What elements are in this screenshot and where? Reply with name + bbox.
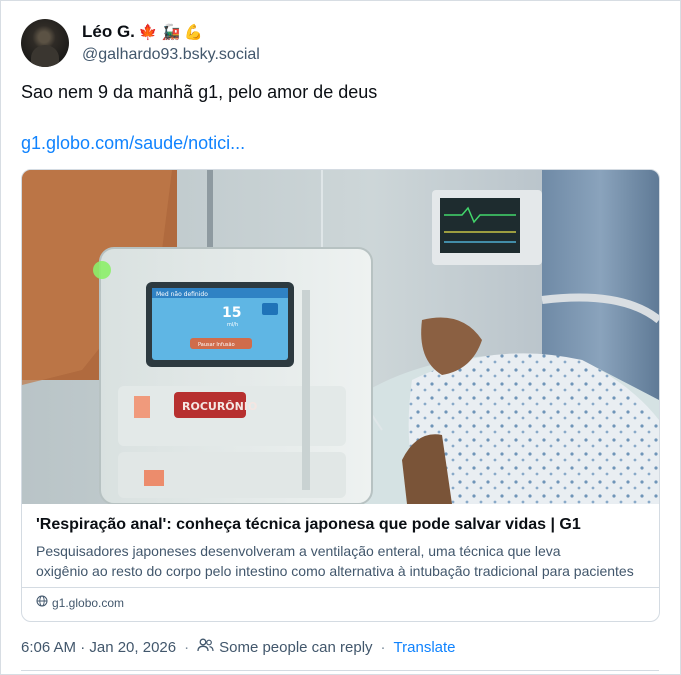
card-domain-row: g1.globo.com xyxy=(36,595,124,610)
link-preview-card[interactable]: Med não definido 15 ml/h Pausar Infusão … xyxy=(21,169,660,622)
monitor-value-text: 15 xyxy=(222,305,241,321)
card-thumbnail-image[interactable]: Med não definido 15 ml/h Pausar Infusão … xyxy=(22,170,659,504)
reply-setting-label: Some people can reply xyxy=(219,638,373,656)
author-handle[interactable]: @galhardo93.bsky.social xyxy=(82,46,260,64)
post-timestamp[interactable]: 6:06 AM · Jan 20, 2026 xyxy=(21,639,176,656)
card-description-line-2: oxigênio ao resto do corpo pelo intestin… xyxy=(36,563,634,579)
post-link[interactable]: g1.globo.com/saude/notici... xyxy=(21,133,245,154)
people-icon xyxy=(197,638,214,656)
monitor-button-text: Pausar Infusão xyxy=(198,342,235,348)
post-container: Léo G. 🍁 🚂 💪 @galhardo93.bsky.social Sao… xyxy=(0,0,681,675)
card-divider xyxy=(22,587,659,588)
translate-link[interactable]: Translate xyxy=(394,639,456,656)
meta-separator-1: · xyxy=(184,638,190,656)
drug-label-text: ROCURÔNIO xyxy=(182,400,257,413)
post-meta-row: 6:06 AM · Jan 20, 2026 · Some people can… xyxy=(21,638,456,656)
post-text: Sao nem 9 da manhã g1, pelo amor de deus xyxy=(21,82,378,102)
card-domain-text: g1.globo.com xyxy=(52,595,125,610)
author-display-name[interactable]: Léo G. xyxy=(82,22,135,42)
author-name-row[interactable]: Léo G. 🍁 🚂 💪 xyxy=(82,21,203,43)
card-title[interactable]: 'Respiração anal': conheça técnica japon… xyxy=(36,516,646,534)
maple-leaf-emoji: 🍁 xyxy=(138,22,158,41)
train-emoji: 🚂 xyxy=(161,22,181,41)
globe-icon xyxy=(36,595,48,610)
monitor-unit-text: ml/h xyxy=(227,322,238,328)
card-description: Pesquisadores japoneses desenvolveram a … xyxy=(36,541,646,581)
monitor-header-text: Med não definido xyxy=(156,291,208,298)
avatar[interactable] xyxy=(21,19,69,67)
card-description-line-1: Pesquisadores japoneses desenvolveram a … xyxy=(36,543,561,559)
meta-separator-2: · xyxy=(380,638,386,656)
bottom-divider xyxy=(21,670,659,671)
flexed-biceps-emoji: 💪 xyxy=(184,22,203,41)
reply-setting: Some people can reply xyxy=(197,638,373,656)
